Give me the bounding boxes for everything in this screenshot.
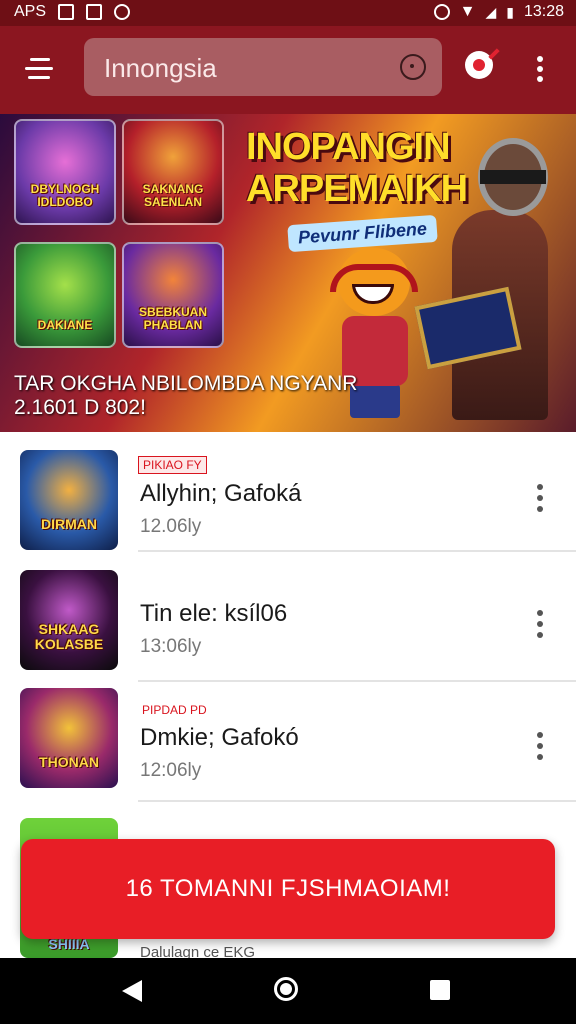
- item-tag: PIPDAD PD: [142, 703, 207, 717]
- search-input[interactable]: Innongsia: [84, 38, 442, 96]
- game-thumbnail[interactable]: SHKAAG KOLASBE: [20, 570, 118, 670]
- bookmark-icon: [86, 4, 103, 20]
- thumbnail-label: DIRMAN: [41, 516, 97, 532]
- banner-title: INOPANGIN ARPEMAIKH: [246, 126, 468, 210]
- promo-toast-button[interactable]: 16 TOMANNI FJSHMAOIAM!: [21, 839, 555, 939]
- list-item[interactable]: DIRMAN PIKIAO FY Allyhin; Gafoká 12.06ly: [0, 432, 576, 552]
- divider: [138, 550, 576, 552]
- game-thumbnail[interactable]: DIRMAN: [20, 450, 118, 550]
- banner-caption: TAR OKGHA NBILOMBDA NGYANR 2.1601 D 802!: [14, 372, 357, 420]
- recents-icon[interactable]: [430, 980, 450, 1000]
- system-nav-bar: [0, 958, 576, 1024]
- wifi-icon: ▼: [459, 3, 476, 20]
- banner-caption-line: 2.1601 D 802!: [14, 396, 146, 419]
- notification-icon: [114, 4, 131, 20]
- item-title: Allyhin; Gafoká: [140, 480, 302, 507]
- game-thumbnail[interactable]: THONAN: [20, 688, 118, 788]
- status-bar: APS ▼ ◢ ▮ 13:28: [0, 0, 576, 26]
- thumbnail-label: THONAN: [39, 754, 99, 770]
- item-meta: 12.06ly: [140, 516, 202, 537]
- carrier-label: APS: [14, 3, 47, 20]
- toast-text: 16 TOMANNI FJSHMAOIAM!: [125, 875, 451, 902]
- back-icon[interactable]: [122, 980, 142, 1002]
- list-item[interactable]: SHKAAG KOLASBE Tin ele: ksíl06 13:06ly: [0, 562, 576, 682]
- banner-game-tile[interactable]: SAKNANG SAENLAN: [122, 119, 224, 225]
- signal-icon: ◢: [485, 3, 497, 20]
- search-icon[interactable]: [462, 48, 502, 88]
- battery-icon: ▮: [506, 3, 514, 20]
- banner-game-tile[interactable]: SBEBKUAN PHABLAN: [122, 242, 224, 348]
- promo-banner[interactable]: DBYLNOGH IDLDOBO SAKNANG SAENLAN DAKIANE…: [0, 114, 576, 432]
- item-title: Dmkie; Gafokó: [140, 724, 299, 751]
- item-meta: 12:06ly: [140, 760, 202, 781]
- overflow-menu-icon[interactable]: [530, 54, 550, 84]
- item-meta: 13:06ly: [140, 636, 202, 657]
- thumbnail-label: SHKAAG KOLASBE: [34, 621, 104, 652]
- menu-icon[interactable]: [22, 52, 56, 86]
- thumbnail-label: SHIIIA: [48, 936, 90, 952]
- search-query[interactable]: Innongsia: [104, 53, 217, 84]
- item-more-icon[interactable]: [530, 482, 550, 514]
- item-title: Tin ele: ksíl06: [140, 600, 288, 627]
- item-tag: PIKIAO FY: [138, 456, 207, 474]
- item-more-icon[interactable]: [530, 608, 550, 640]
- home-icon[interactable]: [274, 977, 298, 1001]
- clock: 13:28: [523, 3, 564, 20]
- banner-tile-label: DBYLNOGH IDLDOBO: [30, 182, 100, 209]
- app-bar: Innongsia: [0, 26, 576, 114]
- clear-search-icon[interactable]: [400, 54, 426, 80]
- alarm-icon: [433, 4, 450, 20]
- banner-subtitle: Pevunr Flibene: [287, 214, 438, 253]
- banner-game-tile[interactable]: DBYLNOGH IDLDOBO: [14, 119, 116, 225]
- banner-caption-line: TAR OKGHA NBILOMBDA NGYANR: [14, 372, 358, 395]
- item-more-icon[interactable]: [530, 730, 550, 762]
- banner-tile-label: DAKIANE: [37, 318, 93, 332]
- list-item[interactable]: THONAN PIPDAD PD Dmkie; Gafokó 12:06ly: [0, 682, 576, 802]
- image-icon: [58, 4, 75, 20]
- banner-game-tile[interactable]: DAKIANE: [14, 242, 116, 348]
- banner-tile-label: SAKNANG SAENLAN: [142, 182, 204, 209]
- banner-tile-label: SBEBKUAN PHABLAN: [138, 305, 207, 332]
